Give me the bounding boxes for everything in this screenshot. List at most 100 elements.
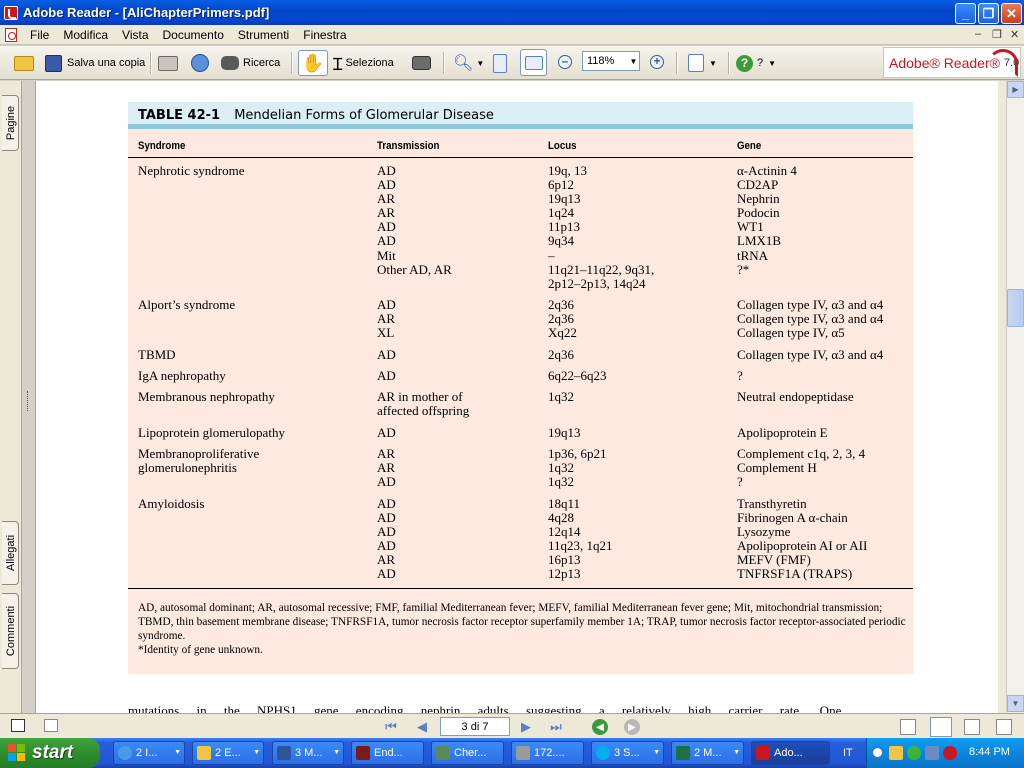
footnote-rule bbox=[128, 588, 913, 589]
page-layout-button[interactable]: ▼ bbox=[688, 51, 717, 75]
actual-size-button[interactable] bbox=[493, 51, 507, 75]
menu-vista[interactable]: Vista bbox=[115, 28, 155, 42]
close-button[interactable]: ✕ bbox=[1001, 3, 1022, 24]
fit-width-button[interactable] bbox=[520, 49, 547, 76]
continuous-page-icon[interactable] bbox=[930, 717, 952, 737]
chevron-down-icon: ▼ bbox=[333, 749, 340, 756]
menu-documento[interactable]: Documento bbox=[156, 28, 231, 42]
scroll-arrow-right-icon[interactable]: ▶ bbox=[1007, 81, 1024, 98]
endnote-icon bbox=[356, 746, 370, 760]
go-back-icon[interactable]: ◀ bbox=[592, 719, 608, 735]
taskbar-item-excel[interactable]: 2 M... ▼ bbox=[671, 741, 744, 765]
table-caption: TABLE 42-1 Mendelian Forms of Glomerular… bbox=[128, 102, 913, 129]
last-page-icon[interactable]: ⏭ bbox=[548, 719, 564, 735]
maximize-button[interactable]: ❐ bbox=[978, 3, 999, 24]
page-number-field[interactable]: 3 di 7 bbox=[440, 717, 510, 736]
menu-strumenti[interactable]: Strumenti bbox=[231, 28, 296, 42]
language-indicator[interactable]: IT bbox=[843, 747, 853, 759]
options-icon[interactable] bbox=[44, 719, 58, 732]
toolbar-separator bbox=[728, 52, 730, 74]
cell-locus: 2q36 2q36 Xq22 bbox=[548, 297, 577, 341]
document-restore-button[interactable]: ❐ bbox=[992, 28, 1002, 41]
toolbar-separator bbox=[291, 52, 293, 74]
zoom-in-button[interactable]: + bbox=[650, 55, 664, 69]
footnote-star: *Identity of gene unknown. bbox=[138, 644, 263, 656]
open-button[interactable] bbox=[14, 51, 34, 75]
tray-antivirus-icon[interactable] bbox=[943, 746, 957, 760]
tray-app-icon[interactable] bbox=[889, 746, 903, 760]
task-label: Cher... bbox=[454, 747, 487, 759]
folder-icon bbox=[197, 746, 211, 760]
cell-locus: 6q22–6q23 bbox=[548, 368, 607, 383]
snapshot-button[interactable] bbox=[412, 51, 431, 75]
cell-syndrome: Membranous nephropathy bbox=[138, 389, 275, 404]
magnifier-plus-icon: 🔍︎ bbox=[453, 55, 474, 72]
zoom-out-button[interactable]: – bbox=[558, 55, 572, 69]
fit-height-icon bbox=[493, 53, 507, 73]
tab-allegati[interactable]: Allegati bbox=[2, 521, 19, 585]
chevron-down-icon[interactable]: ▼ bbox=[768, 59, 776, 68]
nav-pane-toggle-icon[interactable] bbox=[11, 719, 25, 732]
zoom-dropdown-icon[interactable]: ▼ bbox=[628, 52, 639, 70]
cell-syndrome: TBMD bbox=[138, 347, 176, 362]
pdf-document-icon[interactable] bbox=[5, 27, 17, 42]
menu-file[interactable]: File bbox=[23, 28, 56, 42]
chevron-down-icon: ▼ bbox=[653, 749, 660, 756]
taskbar-item-word[interactable]: 3 M... ▼ bbox=[272, 741, 344, 765]
help-button[interactable]: ? ? ▼ bbox=[736, 51, 776, 75]
scroll-down-icon[interactable]: ▼ bbox=[1007, 695, 1024, 712]
document-close-button[interactable]: ✕ bbox=[1010, 28, 1019, 41]
right-splitter bbox=[998, 81, 1006, 713]
zoom-in-tool-button[interactable]: 🔍︎ ▼ bbox=[453, 51, 484, 75]
scrollbar-thumb[interactable] bbox=[1007, 289, 1024, 327]
menu-bar: File Modifica Vista Documento Strumenti … bbox=[0, 25, 1024, 45]
select-tool-button[interactable]: Ɪ Seleziona bbox=[333, 51, 394, 75]
first-page-icon[interactable]: ⏮ bbox=[383, 719, 399, 735]
cell-gene: Collagen type IV, α3 and α4 Collagen typ… bbox=[737, 297, 884, 341]
next-page-icon[interactable]: ▶ bbox=[518, 719, 534, 735]
chevron-down-icon[interactable]: ▼ bbox=[709, 59, 717, 68]
tray-expand-icon[interactable] bbox=[871, 746, 884, 759]
cell-syndrome: Membranoproliferative glomerulonephritis bbox=[138, 446, 260, 476]
menu-finestra[interactable]: Finestra bbox=[296, 28, 353, 42]
navigation-pane: Pagine Allegati Commenti bbox=[0, 81, 22, 713]
tray-network-icon[interactable] bbox=[907, 746, 921, 760]
save-copy-button[interactable]: Salva una copia bbox=[45, 51, 145, 75]
title-bar: Adobe Reader - [AliChapterPrimers.pdf] _… bbox=[0, 0, 1024, 25]
taskbar-item-explorer[interactable]: 2 E... ▼ bbox=[192, 741, 264, 765]
print-button[interactable] bbox=[158, 51, 178, 75]
taskbar-item-skype[interactable]: 3 S... ▼ bbox=[591, 741, 664, 765]
continuous-facing-icon[interactable] bbox=[996, 719, 1012, 735]
search-button[interactable]: Ricerca bbox=[221, 51, 280, 75]
email-button[interactable] bbox=[191, 51, 209, 75]
cell-transmission: AD AD AR AR AD AD Mit Other AD, AR bbox=[377, 163, 452, 277]
start-button[interactable]: start bbox=[0, 738, 100, 768]
previous-page-icon[interactable]: ◀ bbox=[414, 719, 430, 735]
go-forward-icon[interactable]: ▶ bbox=[624, 719, 640, 735]
tab-pagine[interactable]: Pagine bbox=[2, 95, 19, 151]
vertical-scrollbar[interactable]: ▶ ▼ bbox=[1006, 81, 1024, 713]
cell-transmission: AD bbox=[377, 368, 396, 383]
menu-modifica[interactable]: Modifica bbox=[56, 28, 115, 42]
document-minimize-button[interactable]: – bbox=[975, 28, 981, 40]
tab-pagine-label: Pagine bbox=[5, 105, 17, 141]
cell-transmission: AD bbox=[377, 425, 396, 440]
pane-splitter[interactable] bbox=[22, 81, 36, 713]
chevron-down-icon[interactable]: ▼ bbox=[476, 59, 484, 68]
facing-pages-icon[interactable] bbox=[964, 719, 980, 735]
taskbar-item-network[interactable]: 172.... bbox=[511, 741, 584, 765]
taskbar: start 2 I... ▼ 2 E... ▼ 3 M... ▼ End... Che… bbox=[0, 738, 1024, 768]
hand-tool-button[interactable]: ✋ bbox=[298, 50, 328, 76]
single-page-icon[interactable] bbox=[900, 719, 916, 735]
tray-tools-icon[interactable] bbox=[925, 746, 939, 760]
taskbar-item-endnote[interactable]: End... bbox=[351, 741, 424, 765]
taskbar-item-adobe-reader[interactable]: Ado... bbox=[751, 741, 830, 765]
taskbar-item-ie[interactable]: 2 I... ▼ bbox=[113, 741, 185, 765]
minimize-button[interactable]: _ bbox=[955, 3, 976, 24]
select-label: Seleziona bbox=[345, 57, 394, 69]
network-icon bbox=[516, 746, 530, 760]
cell-syndrome: Amyloidosis bbox=[138, 496, 205, 511]
tab-commenti[interactable]: Commenti bbox=[2, 593, 19, 669]
taskbar-item-cher[interactable]: Cher... bbox=[431, 741, 504, 765]
printer-icon bbox=[158, 55, 178, 71]
